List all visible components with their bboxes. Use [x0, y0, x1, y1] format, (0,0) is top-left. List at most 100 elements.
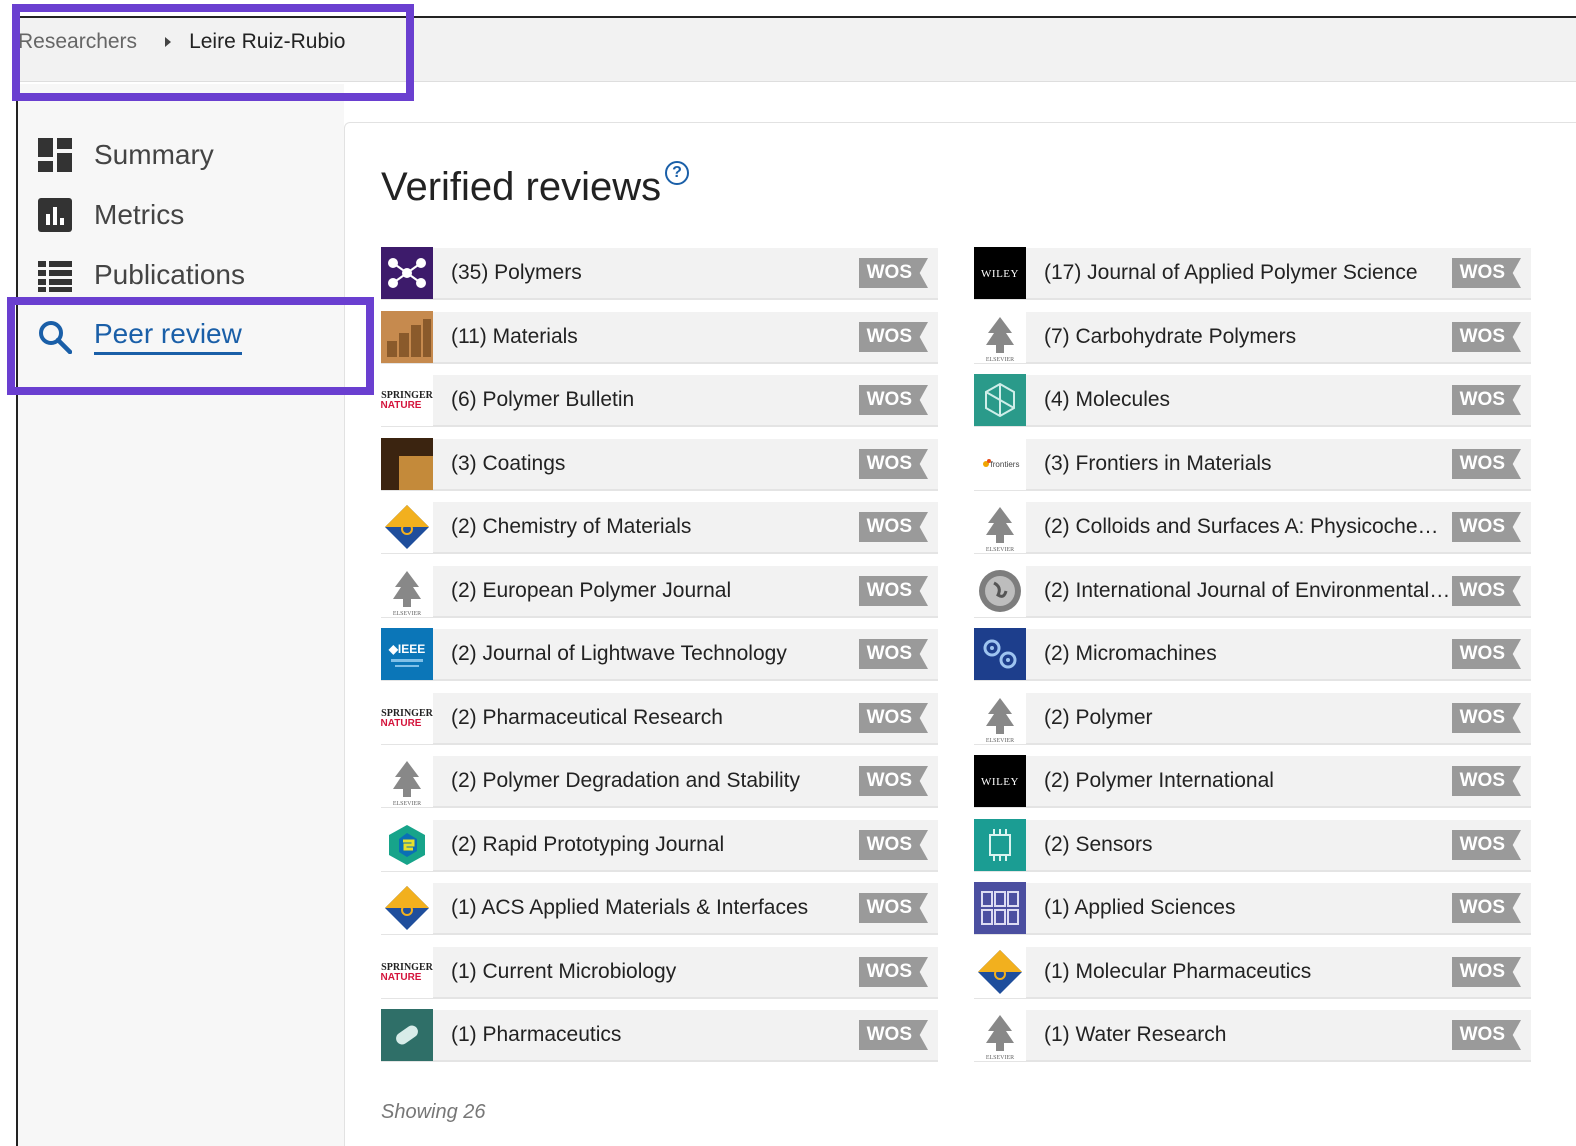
journal-name[interactable]: (2) Pharmaceutical Research — [451, 706, 859, 730]
journal-name[interactable]: (2) Polymer International — [1044, 769, 1452, 793]
wos-badge: WOS — [858, 893, 928, 923]
journal-card[interactable]: WILEY (2) Polymer International WOS — [974, 755, 1531, 808]
journal-card[interactable]: (1) Molecular Pharmaceutics WOS — [974, 946, 1531, 999]
journal-name[interactable]: (2) International Journal of Environment… — [1044, 579, 1452, 603]
journal-logo-elsevier: ELSEVIER — [974, 1009, 1026, 1061]
journal-card[interactable]: ELSEVIER (7) Carbohydrate Polymers WOS — [974, 311, 1531, 364]
journal-name[interactable]: (2) Chemistry of Materials — [451, 515, 859, 539]
journal-logo-elsevier: ELSEVIER — [974, 692, 1026, 744]
wos-badge: WOS — [858, 322, 928, 352]
journal-card[interactable]: SPRINGER NATURE (1) Current Microbiology WO… — [381, 946, 938, 999]
journal-name[interactable]: (2) European Polymer Journal — [451, 579, 859, 603]
wos-badge: WOS — [1451, 258, 1521, 288]
journal-name[interactable]: (3) Coatings — [451, 452, 859, 476]
journal-name[interactable]: (11) Materials — [451, 325, 859, 349]
svg-text:ELSEVIER: ELSEVIER — [393, 801, 421, 807]
journal-card[interactable]: ELSEVIER (2) Colloids and Surfaces A: Phy… — [974, 501, 1531, 554]
journal-name[interactable]: (1) Pharmaceutics — [451, 1023, 859, 1047]
wos-badge: WOS — [858, 957, 928, 987]
wos-badge: WOS — [1451, 512, 1521, 542]
highlight-box-peer-review — [7, 297, 374, 395]
journal-name[interactable]: (6) Polymer Bulletin — [451, 388, 859, 412]
journal-logo-mdpi-polymers — [381, 247, 433, 299]
journal-logo-springer: SPRINGER NATURE — [381, 692, 433, 744]
wos-badge: WOS — [1451, 1020, 1521, 1050]
journal-name[interactable]: (2) Polymer — [1044, 706, 1452, 730]
svg-text:frontiers: frontiers — [991, 460, 1020, 469]
journal-logo-mdpi-sensors — [974, 819, 1026, 871]
wos-badge: WOS — [858, 512, 928, 542]
journal-name[interactable]: (2) Rapid Prototyping Journal — [451, 833, 859, 857]
journal-card[interactable]: ◆IEEE (2) Journal of Lightwave Technology… — [381, 628, 938, 681]
journal-name[interactable]: (35) Polymers — [451, 261, 859, 285]
journal-card[interactable]: ELSEVIER (1) Water Research WOS — [974, 1009, 1531, 1062]
journal-name[interactable]: (1) Molecular Pharmaceutics — [1044, 960, 1452, 984]
wos-badge: WOS — [1451, 322, 1521, 352]
journal-logo-acs — [381, 501, 433, 553]
svg-text:WILEY: WILEY — [981, 776, 1019, 788]
journal-name[interactable]: (1) Applied Sciences — [1044, 896, 1452, 920]
journal-card[interactable]: ELSEVIER (2) European Polymer Journal WOS — [381, 565, 938, 618]
journal-card[interactable]: (1) ACS Applied Materials & Interfaces WO… — [381, 882, 938, 935]
journal-card[interactable]: (2) Micromachines WOS — [974, 628, 1531, 681]
journal-card[interactable]: (1) Applied Sciences WOS — [974, 882, 1531, 935]
journal-name[interactable]: (2) Journal of Lightwave Technology — [451, 642, 859, 666]
journal-name[interactable]: (2) Sensors — [1044, 833, 1452, 857]
svg-text:ELSEVIER: ELSEVIER — [986, 738, 1014, 744]
journal-card[interactable]: (2) International Journal of Environment… — [974, 565, 1531, 618]
journal-card[interactable]: WILEY (17) Journal of Applied Polymer Sci… — [974, 247, 1531, 300]
journal-logo-mdpi-micromachines — [974, 628, 1026, 680]
sidebar-item-metrics[interactable]: Metrics — [38, 198, 184, 232]
journal-name[interactable]: (2) Colloids and Surfaces A: Physicochem… — [1044, 515, 1452, 539]
sidebar-item-label: Publications — [94, 259, 245, 290]
wos-badge: WOS — [858, 766, 928, 796]
svg-text:WILEY: WILEY — [981, 268, 1019, 280]
journal-card[interactable]: (1) Pharmaceutics WOS — [381, 1009, 938, 1062]
journal-logo-acs — [974, 946, 1026, 998]
journal-logo-ieee: ◆IEEE — [381, 628, 433, 680]
sidebar-item-summary[interactable]: Summary — [38, 138, 214, 172]
journal-card[interactable]: (2) Rapid Prototyping Journal WOS — [381, 819, 938, 872]
journal-card[interactable]: ELSEVIER (2) Polymer Degradation and Stab… — [381, 755, 938, 808]
journal-logo-mdpi-molecules — [974, 374, 1026, 426]
results-count: Showing 26 — [381, 1101, 486, 1123]
journal-card[interactable]: frontiers (3) Frontiers in Materials WOS — [974, 438, 1531, 491]
journal-card[interactable]: (4) Molecules WOS — [974, 374, 1531, 427]
journal-logo-elsevier: ELSEVIER — [974, 311, 1026, 363]
journal-name[interactable]: (2) Polymer Degradation and Stability — [451, 769, 859, 793]
journal-card[interactable]: (35) Polymers WOS — [381, 247, 938, 300]
journal-card[interactable]: (3) Coatings WOS — [381, 438, 938, 491]
journal-card[interactable]: (2) Sensors WOS — [974, 819, 1531, 872]
wos-badge: WOS — [858, 1020, 928, 1050]
journal-name[interactable]: (17) Journal of Applied Polymer Science — [1044, 261, 1452, 285]
journal-name[interactable]: (4) Molecules — [1044, 388, 1452, 412]
journal-logo-wiley: WILEY — [974, 247, 1026, 299]
wos-badge: WOS — [1451, 766, 1521, 796]
journal-name[interactable]: (1) ACS Applied Materials & Interfaces — [451, 896, 859, 920]
journal-card[interactable]: ELSEVIER (2) Polymer WOS — [974, 692, 1531, 745]
list-icon — [38, 258, 72, 292]
svg-text:◆IEEE: ◆IEEE — [388, 642, 426, 656]
journal-logo-mdpi-materials — [381, 311, 433, 363]
main-panel: Verified reviews ? (35) Polymers WOS (11) … — [344, 122, 1576, 1146]
bar-chart-icon — [38, 198, 72, 232]
sidebar-item-publications[interactable]: Publications — [38, 258, 245, 292]
journal-card[interactable]: (2) Chemistry of Materials WOS — [381, 501, 938, 554]
journal-card[interactable]: SPRINGER NATURE (2) Pharmaceutical Researc… — [381, 692, 938, 745]
journal-logo-wiley: WILEY — [974, 755, 1026, 807]
journal-logo-mdpi-applsci — [974, 882, 1026, 934]
wos-badge: WOS — [858, 576, 928, 606]
help-icon[interactable]: ? — [665, 161, 689, 185]
journal-name[interactable]: (7) Carbohydrate Polymers — [1044, 325, 1452, 349]
journal-name[interactable]: (1) Current Microbiology — [451, 960, 859, 984]
journal-name[interactable]: (2) Micromachines — [1044, 642, 1452, 666]
dashboard-icon — [38, 138, 72, 172]
journal-card[interactable]: SPRINGER NATURE (6) Polymer Bulletin WOS — [381, 374, 938, 427]
journal-name[interactable]: (3) Frontiers in Materials — [1044, 452, 1452, 476]
wos-badge: WOS — [1451, 385, 1521, 415]
wos-badge: WOS — [1451, 703, 1521, 733]
journal-logo-elsevier: ELSEVIER — [381, 565, 433, 617]
journal-name[interactable]: (1) Water Research — [1044, 1023, 1452, 1047]
journal-logo-elsevier: ELSEVIER — [381, 755, 433, 807]
journal-card[interactable]: (11) Materials WOS — [381, 311, 938, 364]
